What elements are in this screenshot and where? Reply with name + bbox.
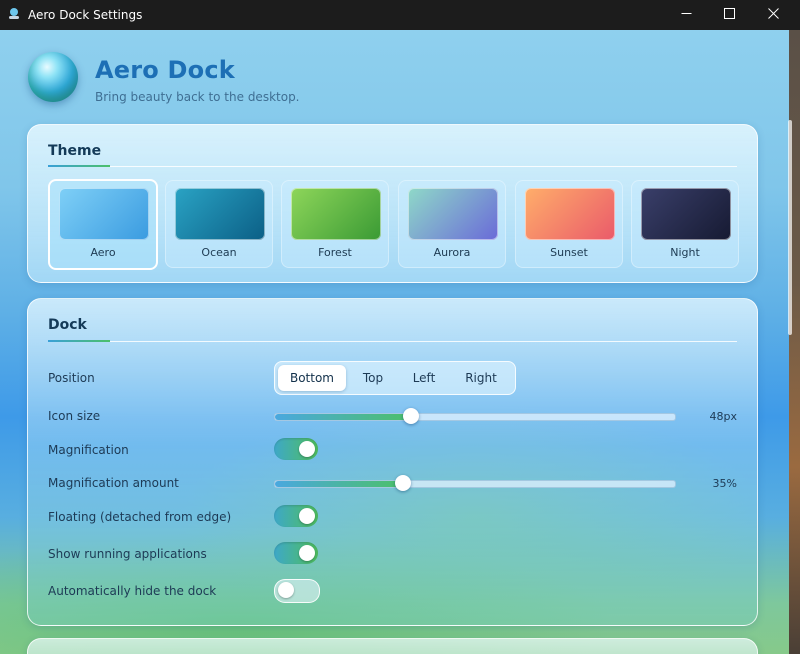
- theme-swatch: [291, 188, 381, 240]
- dock-card: Dock Position Bottom Top Left Right Icon…: [27, 298, 758, 626]
- title-bar: Aero Dock Settings: [0, 0, 800, 30]
- toggle-knob: [278, 582, 294, 598]
- theme-card: Theme Aero Ocean Forest Aurora Sunset Ni…: [27, 124, 758, 283]
- theme-label: Ocean: [201, 246, 237, 259]
- theme-swatch: [641, 188, 731, 240]
- close-button[interactable]: [750, 0, 796, 30]
- settings-window-content: Aero Dock Bring beauty back to the deskt…: [0, 30, 789, 654]
- theme-label: Aurora: [433, 246, 471, 259]
- scrollbar-thumb[interactable]: [788, 120, 792, 335]
- section-accent-line: [48, 340, 110, 342]
- theme-swatch: [408, 188, 498, 240]
- theme-label: Forest: [318, 246, 352, 259]
- toggle-knob: [299, 545, 315, 561]
- show-running-label: Show running applications: [48, 547, 207, 561]
- theme-swatch: [525, 188, 615, 240]
- theme-label: Sunset: [550, 246, 588, 259]
- close-icon: [767, 8, 779, 22]
- icon-size-slider[interactable]: [274, 408, 676, 424]
- theme-tile-ocean[interactable]: Ocean: [165, 180, 273, 268]
- section-divider: [48, 341, 737, 342]
- app-subtitle: Bring beauty back to the desktop.: [95, 90, 300, 104]
- theme-swatch: [59, 188, 149, 240]
- theme-tile-aero[interactable]: Aero: [48, 179, 158, 270]
- next-card: [27, 638, 758, 654]
- magnification-amount-label: Magnification amount: [48, 476, 179, 490]
- theme-label: Night: [670, 246, 700, 259]
- auto-hide-toggle[interactable]: [274, 579, 320, 603]
- floating-toggle[interactable]: [274, 505, 318, 527]
- globe-orb-icon: [28, 52, 78, 102]
- app-icon: [7, 7, 21, 21]
- magnification-amount-slider[interactable]: [274, 475, 676, 491]
- theme-section-title: Theme: [48, 143, 102, 159]
- theme-label: Aero: [90, 246, 116, 259]
- theme-swatch: [175, 188, 265, 240]
- position-option-top[interactable]: Top: [350, 365, 396, 391]
- floating-label: Floating (detached from edge): [48, 510, 232, 524]
- magnification-amount-value: 35%: [712, 477, 737, 490]
- slider-thumb[interactable]: [403, 408, 419, 424]
- section-accent-line: [48, 165, 110, 167]
- slider-fill: [275, 481, 403, 487]
- magnification-toggle[interactable]: [274, 438, 318, 460]
- app-title: Aero Dock: [95, 56, 235, 84]
- position-label: Position: [48, 371, 95, 385]
- theme-tiles: Aero Ocean Forest Aurora Sunset Night: [48, 179, 740, 270]
- position-option-left[interactable]: Left: [400, 365, 448, 391]
- auto-hide-label: Automatically hide the dock: [48, 584, 217, 598]
- toggle-knob: [299, 508, 315, 524]
- toggle-knob: [299, 441, 315, 457]
- slider-fill: [275, 414, 411, 420]
- section-divider: [48, 166, 737, 167]
- icon-size-label: Icon size: [48, 409, 101, 423]
- maximize-icon: [723, 8, 735, 22]
- position-segmented-control: Bottom Top Left Right: [274, 361, 516, 395]
- magnification-label: Magnification: [48, 443, 129, 457]
- minimize-icon: [681, 8, 692, 22]
- theme-tile-aurora[interactable]: Aurora: [398, 180, 506, 268]
- show-running-toggle[interactable]: [274, 542, 318, 564]
- dock-section-title: Dock: [48, 317, 87, 333]
- minimize-button[interactable]: [663, 0, 709, 30]
- icon-size-value: 48px: [709, 410, 738, 423]
- theme-tile-forest[interactable]: Forest: [281, 180, 389, 268]
- maximize-button[interactable]: [706, 0, 752, 30]
- theme-tile-sunset[interactable]: Sunset: [515, 180, 623, 268]
- slider-thumb[interactable]: [395, 475, 411, 491]
- position-option-right[interactable]: Right: [452, 365, 510, 391]
- theme-tile-night[interactable]: Night: [631, 180, 739, 268]
- window-title: Aero Dock Settings: [28, 8, 143, 22]
- position-option-bottom[interactable]: Bottom: [278, 365, 346, 391]
